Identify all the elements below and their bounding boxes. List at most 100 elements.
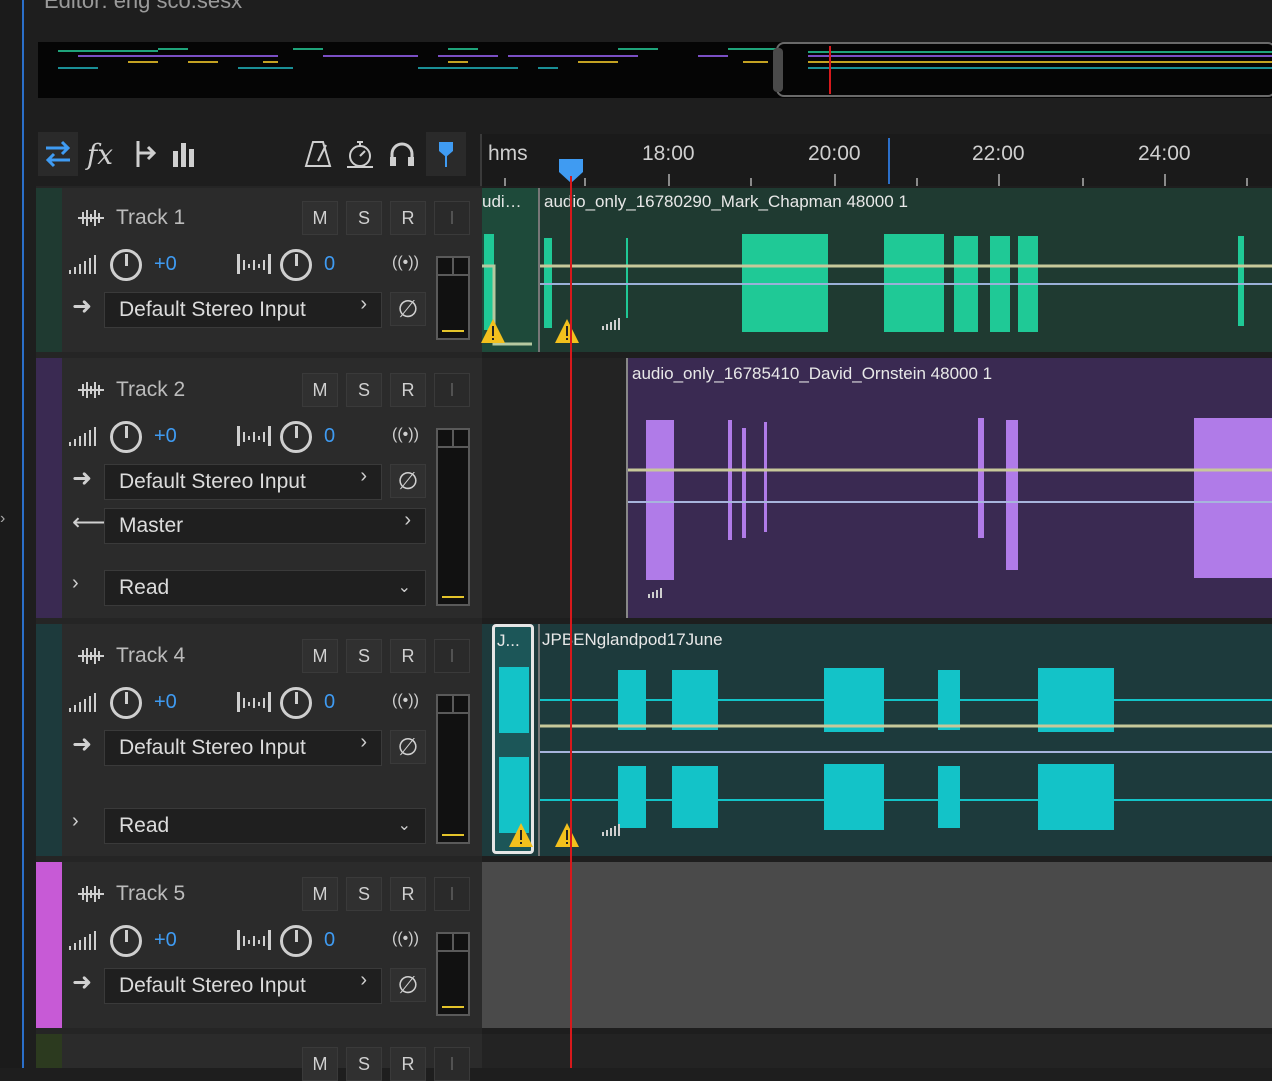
pan-knob[interactable] (280, 925, 312, 957)
automation-mode-value: Read (119, 576, 170, 599)
input-select[interactable]: Default Stereo Input › (104, 292, 382, 328)
expand-chevron-icon[interactable]: › (72, 572, 79, 595)
phase-invert-button[interactable]: ∅ (390, 730, 426, 764)
volume-knob[interactable] (110, 925, 142, 957)
warning-icon[interactable] (554, 318, 580, 344)
solo-button[interactable]: S (346, 201, 382, 235)
input-monitor-button[interactable]: I (434, 201, 470, 235)
pan-icon (237, 254, 271, 274)
track-name[interactable]: Track 5 (116, 882, 185, 906)
volume-icon (69, 255, 96, 274)
timer-icon[interactable] (340, 132, 380, 176)
metronome-icon[interactable] (298, 132, 338, 176)
audio-clip[interactable]: audio_only_16785410_David_Ornstein 48000… (626, 358, 1272, 618)
pan-value[interactable]: 0 (324, 691, 335, 714)
timeline-ruler[interactable]: hms 18:00 20:00 22:00 24:00 (480, 134, 1272, 186)
volume-value[interactable]: +0 (154, 425, 177, 448)
waveform-track-icon (78, 382, 104, 398)
mute-button[interactable]: M (302, 639, 338, 673)
headphones-icon[interactable] (382, 132, 422, 176)
audio-clip-selected[interactable]: J... (492, 624, 534, 854)
input-monitor-button[interactable]: I (434, 639, 470, 673)
panel-focus-border (22, 0, 24, 1068)
track-header-5[interactable]: Track 5 M S R I +0 0 ((•)) ➜ Default Ste… (36, 862, 482, 1028)
mute-button[interactable]: M (302, 201, 338, 235)
record-arm-button[interactable]: R (390, 1047, 426, 1081)
volume-value[interactable]: +0 (154, 253, 177, 276)
pan-value[interactable]: 0 (324, 253, 335, 276)
ruler-tick (668, 174, 670, 186)
input-monitor-button[interactable]: I (434, 1047, 470, 1081)
mute-button[interactable]: M (302, 877, 338, 911)
stereo-icon[interactable]: ((•)) (392, 254, 419, 272)
chevron-right-icon: › (404, 509, 411, 531)
track-level-meter (436, 256, 470, 340)
phase-invert-button[interactable]: ∅ (390, 464, 426, 498)
mute-button[interactable]: M (302, 1047, 338, 1081)
volume-value[interactable]: +0 (154, 929, 177, 952)
record-arm-button[interactable]: R (390, 639, 426, 673)
output-select[interactable]: Master › (104, 508, 426, 544)
track-name[interactable]: Track 4 (116, 644, 185, 668)
volume-knob[interactable] (110, 421, 142, 453)
automation-mode-select[interactable]: Read ⌄ (104, 570, 426, 606)
expand-arrow-icon[interactable]: › (0, 510, 5, 528)
track-header-1[interactable]: Track 1 M S R I +0 0 ((•)) ➜ Default Ste… (36, 188, 482, 352)
track-lane-5[interactable] (482, 862, 1272, 1028)
pan-icon (237, 930, 271, 950)
warning-icon[interactable] (554, 822, 580, 848)
overview-viewport[interactable] (776, 42, 1272, 97)
chevron-right-icon: › (360, 731, 367, 753)
phase-invert-button[interactable]: ∅ (390, 292, 426, 326)
playhead-line[interactable] (570, 176, 572, 1068)
stereo-icon[interactable]: ((•)) (392, 930, 419, 948)
fx-icon[interactable]: fx (80, 132, 120, 176)
pan-knob[interactable] (280, 249, 312, 281)
clip-waveform (540, 234, 1272, 332)
pan-knob[interactable] (280, 687, 312, 719)
switch-arrows-icon[interactable] (38, 132, 78, 176)
warning-icon[interactable] (508, 822, 534, 848)
ruler-tick-label: 18:00 (642, 142, 695, 165)
track-name[interactable]: Track 1 (116, 206, 185, 230)
pan-value[interactable]: 0 (324, 425, 335, 448)
record-arm-button[interactable]: R (390, 877, 426, 911)
solo-button[interactable]: S (346, 877, 382, 911)
ruler-tick (916, 178, 918, 186)
track-header-2[interactable]: Track 2 M S R I +0 0 ((•)) ➜ Default Ste… (36, 358, 482, 618)
stereo-icon[interactable]: ((•)) (392, 692, 419, 710)
audio-clip[interactable]: JPBENglandpod17June (538, 624, 1272, 856)
solo-button[interactable]: S (346, 639, 382, 673)
input-select[interactable]: Default Stereo Input › (104, 968, 382, 1004)
solo-button[interactable]: S (346, 1047, 382, 1081)
track-name[interactable]: Track 2 (116, 378, 185, 402)
audio-clip[interactable]: audio_only_16780290_Mark_Chapman 48000 1 (538, 188, 1272, 352)
input-monitor-button[interactable]: I (434, 373, 470, 407)
automation-mode-select[interactable]: Read ⌄ (104, 808, 426, 844)
pin-icon[interactable] (426, 132, 466, 176)
stereo-icon[interactable]: ((•)) (392, 426, 419, 444)
input-monitor-button[interactable]: I (434, 877, 470, 911)
editor-title: Editor: eng sco.sesx (44, 0, 243, 13)
phase-invert-button[interactable]: ∅ (390, 968, 426, 1002)
track-header-6[interactable]: M S R I (36, 1034, 482, 1081)
input-select[interactable]: Default Stereo Input › (104, 730, 382, 766)
input-select[interactable]: Default Stereo Input › (104, 464, 382, 500)
warning-icon[interactable] (480, 318, 506, 344)
expand-chevron-icon[interactable]: › (72, 810, 79, 833)
pan-value[interactable]: 0 (324, 929, 335, 952)
mute-button[interactable]: M (302, 373, 338, 407)
track-lane-6[interactable] (482, 1034, 1272, 1068)
volume-value[interactable]: +0 (154, 691, 177, 714)
volume-knob[interactable] (110, 687, 142, 719)
record-arm-button[interactable]: R (390, 373, 426, 407)
solo-button[interactable]: S (346, 373, 382, 407)
record-arm-button[interactable]: R (390, 201, 426, 235)
input-arrow-icon: ➜ (72, 465, 93, 492)
eq-bars-icon[interactable] (164, 132, 204, 176)
overview-left-handle[interactable] (773, 48, 783, 92)
pan-knob[interactable] (280, 421, 312, 453)
track-header-4[interactable]: Track 4 M S R I +0 0 ((•)) ➜ Default Ste… (36, 624, 482, 856)
sends-icon[interactable] (124, 132, 164, 176)
volume-knob[interactable] (110, 249, 142, 281)
